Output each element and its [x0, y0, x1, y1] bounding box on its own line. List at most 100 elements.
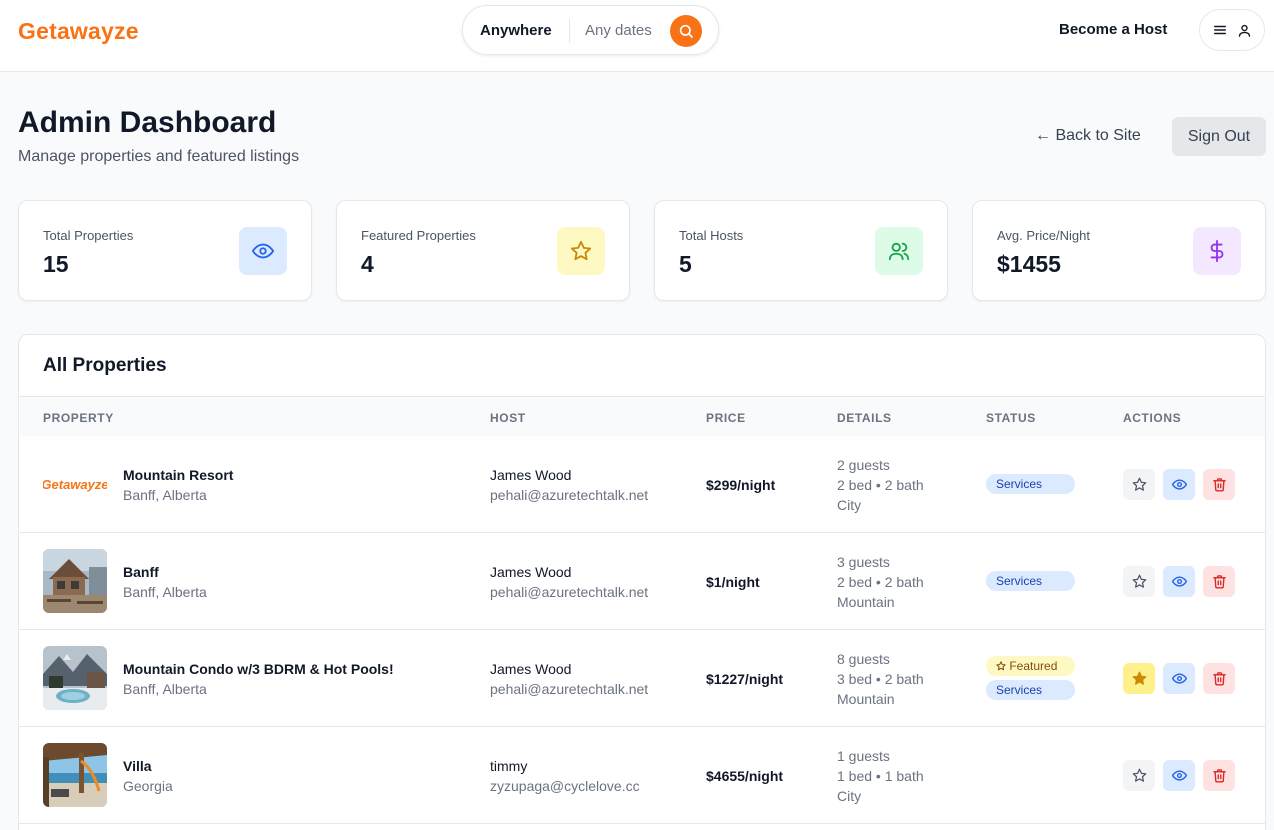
table-row: Banff Banff, Alberta James Wood pehali@a…: [19, 533, 1265, 630]
stat-card-featured-properties: Featured Properties 4: [336, 200, 630, 301]
trash-icon: [1212, 478, 1226, 492]
top-navigation-bar: Getawayze Anywhere Any dates Become a Ho…: [0, 0, 1274, 72]
status-badge-services: Services: [986, 571, 1075, 591]
stat-label: Total Properties: [43, 228, 134, 243]
stat-card-total-properties: Total Properties 15: [18, 200, 312, 301]
property-name: Mountain Condo w/3 BDRM & Hot Pools!: [123, 661, 394, 677]
property-name: Villa: [123, 758, 152, 774]
search-dates[interactable]: Any dates: [585, 22, 652, 39]
host-name: James Wood: [490, 564, 572, 580]
search-button[interactable]: [670, 15, 702, 47]
properties-panel: All Properties PROPERTY HOST PRICE DETAI…: [18, 334, 1266, 830]
host-email: pehali@azuretechtalk.net: [490, 681, 649, 697]
property-location: Banff, Alberta: [123, 487, 207, 503]
become-host-link[interactable]: Become a Host: [1059, 21, 1167, 38]
toggle-featured-button[interactable]: [1123, 469, 1155, 500]
panel-title: All Properties: [43, 355, 167, 376]
page-title: Admin Dashboard: [18, 106, 277, 139]
eye-icon: [252, 243, 274, 259]
host-name: James Wood: [490, 467, 572, 483]
trash-icon: [1212, 575, 1226, 589]
host-email: zyzupaga@cyclelove.cc: [490, 778, 640, 794]
table-header: PROPERTY HOST PRICE DETAILS STATUS ACTIO…: [19, 396, 1265, 436]
stat-card-total-hosts: Total Hosts 5: [654, 200, 948, 301]
star-filled-icon: [1132, 671, 1146, 685]
hot-pool-photo: [43, 646, 107, 710]
view-property-button[interactable]: [1163, 566, 1195, 597]
table-row: Mountain Condo w/3 BDRM & Hot Pools! Ban…: [19, 630, 1265, 727]
delete-property-button[interactable]: [1203, 469, 1235, 500]
status-badge-featured: Featured: [986, 656, 1075, 676]
toggle-featured-button[interactable]: [1123, 566, 1155, 597]
property-thumbnail[interactable]: [43, 646, 107, 710]
menu-icon: [1213, 25, 1226, 35]
toggle-featured-button[interactable]: [1123, 663, 1155, 694]
star-icon: [996, 661, 1006, 671]
stat-label: Featured Properties: [361, 228, 476, 243]
featured-badge-label: Featured: [1009, 659, 1058, 673]
user-menu-button[interactable]: [1199, 9, 1265, 51]
property-thumbnail[interactable]: [43, 549, 107, 613]
column-header-host: HOST: [490, 411, 526, 425]
property-price: $1/night: [706, 574, 760, 590]
delete-property-button[interactable]: [1203, 566, 1235, 597]
property-price: $299/night: [706, 477, 776, 493]
stat-icon-box: [557, 227, 605, 275]
property-name: Banff: [123, 564, 159, 580]
stat-value: 15: [43, 251, 69, 277]
back-to-site-link[interactable]: ← Back to Site: [1035, 127, 1141, 145]
eye-icon: [1171, 479, 1187, 490]
view-property-button[interactable]: [1163, 469, 1195, 500]
table-row: Villa Georgia timmy zyzupaga@cyclelove.c…: [19, 727, 1265, 824]
detail-rooms: 2 bed • 2 bath: [837, 477, 924, 493]
host-email: pehali@azuretechtalk.net: [490, 584, 649, 600]
user-icon: [1238, 24, 1250, 37]
eye-icon: [1171, 673, 1187, 684]
detail-guests: 8 guests: [837, 651, 890, 667]
search-where[interactable]: Anywhere: [480, 22, 552, 39]
page-subtitle: Manage properties and featured listings: [18, 148, 300, 165]
users-icon: [888, 242, 910, 261]
detail-rooms: 3 bed • 2 bath: [837, 671, 924, 687]
detail-rooms: 2 bed • 2 bath: [837, 574, 924, 590]
sign-out-button[interactable]: Sign Out: [1172, 117, 1266, 156]
search-icon: [679, 24, 693, 38]
delete-property-button[interactable]: [1203, 663, 1235, 694]
stat-value: 5: [679, 251, 692, 277]
search-divider: [569, 19, 570, 43]
star-icon: [1132, 768, 1146, 782]
status-badge-services: Services: [986, 474, 1075, 494]
property-name: Mountain Resort: [123, 467, 234, 483]
trash-icon: [1212, 769, 1226, 783]
property-location: Banff, Alberta: [123, 584, 207, 600]
stat-value: $1455: [997, 251, 1061, 277]
view-property-button[interactable]: [1163, 663, 1195, 694]
star-icon: [1132, 574, 1146, 588]
detail-category: City: [837, 497, 862, 513]
detail-category: City: [837, 788, 862, 804]
property-location: Georgia: [123, 778, 173, 794]
detail-guests: 2 guests: [837, 457, 890, 473]
beach-villa-photo: [43, 743, 107, 807]
stat-icon-box: [239, 227, 287, 275]
host-email: pehali@azuretechtalk.net: [490, 487, 649, 503]
brand-logo[interactable]: Getawayze: [18, 18, 139, 45]
detail-guests: 3 guests: [837, 554, 890, 570]
star-icon: [1132, 477, 1146, 491]
detail-guests: 1 guests: [837, 748, 890, 764]
column-header-actions: ACTIONS: [1123, 411, 1182, 425]
search-pill[interactable]: Anywhere Any dates: [462, 5, 719, 55]
column-header-price: PRICE: [706, 411, 746, 425]
dollar-icon: [1210, 240, 1224, 262]
property-thumbnail[interactable]: [43, 743, 107, 807]
detail-category: Mountain: [837, 691, 895, 707]
view-property-button[interactable]: [1163, 760, 1195, 791]
column-header-status: STATUS: [986, 411, 1036, 425]
property-price: $4655/night: [706, 768, 784, 784]
property-thumbnail[interactable]: Getawayze: [43, 452, 107, 516]
column-header-details: DETAILS: [837, 411, 892, 425]
delete-property-button[interactable]: [1203, 760, 1235, 791]
eye-icon: [1171, 576, 1187, 587]
stat-value: 4: [361, 251, 374, 277]
toggle-featured-button[interactable]: [1123, 760, 1155, 791]
